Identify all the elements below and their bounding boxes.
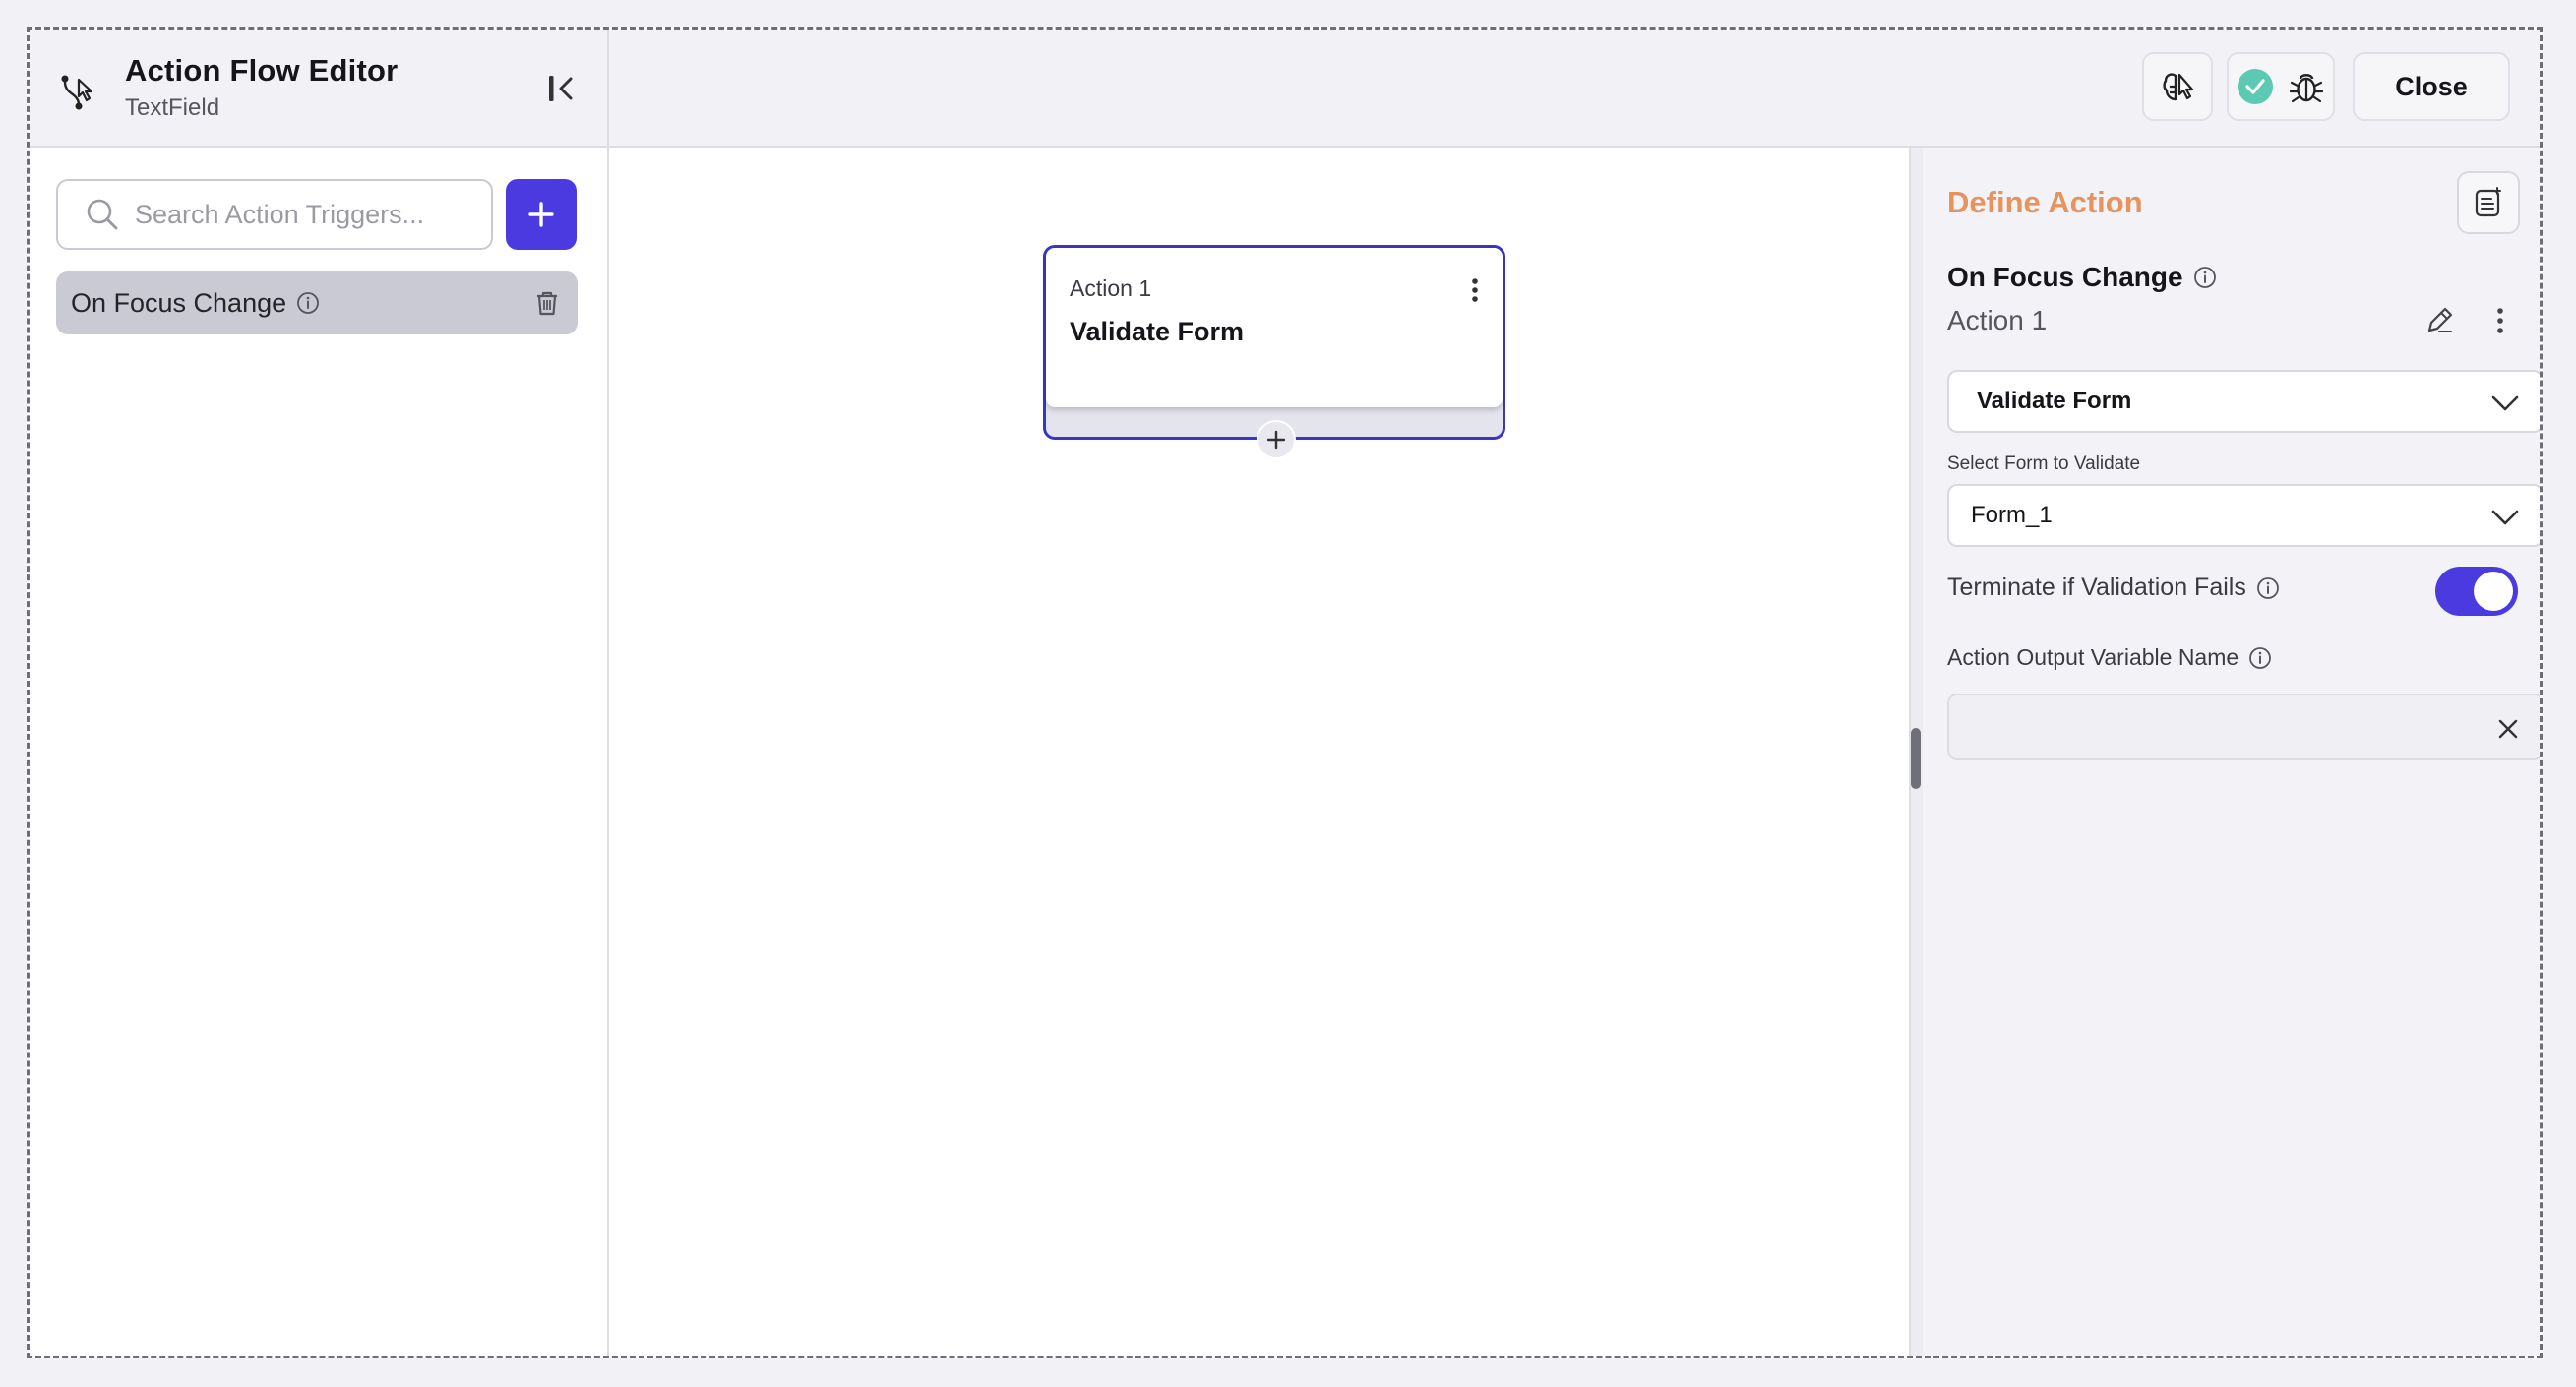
search-icon bbox=[87, 199, 118, 230]
info-icon[interactable] bbox=[296, 291, 320, 315]
info-icon[interactable] bbox=[2256, 576, 2280, 600]
panel-trigger-row: On Focus Change bbox=[1947, 262, 2217, 293]
output-row-label: Action Output Variable Name bbox=[1947, 644, 2272, 671]
action-node-label: Action 1 bbox=[1070, 275, 1152, 301]
action-more-icon[interactable] bbox=[2496, 307, 2504, 339]
ai-assist-button[interactable] bbox=[2142, 52, 2213, 121]
flow-canvas[interactable]: Action 1 Validate Form bbox=[609, 148, 1909, 1356]
action-type-value: Validate Form bbox=[1977, 388, 2132, 414]
panel-trigger-name: On Focus Change bbox=[1947, 262, 2183, 292]
terminate-row-label: Terminate if Validation Fails bbox=[1947, 573, 2280, 602]
close-button[interactable]: Close bbox=[2353, 52, 2510, 121]
terminate-label: Terminate if Validation Fails bbox=[1947, 573, 2246, 601]
action-node-title: Validate Form bbox=[1070, 317, 1245, 346]
info-icon[interactable] bbox=[2248, 646, 2272, 670]
check-status-icon[interactable] bbox=[2236, 67, 2275, 106]
form-select[interactable]: Form_1 bbox=[1947, 484, 2540, 547]
search-input[interactable] bbox=[135, 199, 489, 230]
output-variable-label: Action Output Variable Name bbox=[1947, 644, 2239, 670]
status-debug-group bbox=[2227, 52, 2335, 121]
action-node-card: Action 1 Validate Form bbox=[1046, 248, 1503, 407]
trigger-item-on-focus-change[interactable]: On Focus Change bbox=[56, 271, 578, 334]
top-bar-divider bbox=[607, 30, 609, 148]
form-select-value: Form_1 bbox=[1971, 502, 2053, 528]
info-icon[interactable] bbox=[2193, 266, 2217, 289]
top-bar: Action Flow Editor TextField Close bbox=[30, 30, 2540, 148]
page-subtitle: TextField bbox=[125, 94, 220, 121]
plus-icon bbox=[528, 202, 554, 227]
page-title: Action Flow Editor bbox=[125, 53, 399, 88]
collapse-left-icon bbox=[549, 76, 573, 101]
search-field[interactable] bbox=[56, 179, 493, 250]
triggers-sidebar: On Focus Change bbox=[30, 148, 609, 1356]
document-icon bbox=[2475, 187, 2501, 217]
title-block: Action Flow Editor TextField bbox=[57, 51, 398, 126]
action-type-select[interactable]: Validate Form bbox=[1947, 370, 2540, 433]
toggle-knob bbox=[2474, 572, 2513, 611]
node-more-icon[interactable] bbox=[1471, 277, 1479, 308]
output-variable-field[interactable] bbox=[1947, 694, 2540, 760]
trigger-label: On Focus Change bbox=[71, 287, 287, 318]
add-trigger-button[interactable] bbox=[506, 179, 577, 250]
top-bar-actions: Close bbox=[2142, 52, 2510, 121]
collapse-sidebar-button[interactable] bbox=[541, 69, 581, 108]
add-next-action-button[interactable] bbox=[1257, 420, 1296, 459]
debug-bug-icon[interactable] bbox=[2287, 67, 2326, 106]
action-flow-editor-window: Action Flow Editor TextField Close Searc… bbox=[27, 27, 2543, 1358]
panel-resize-handle[interactable] bbox=[1911, 728, 1921, 789]
action-docs-button[interactable] bbox=[2457, 171, 2520, 234]
action-node[interactable]: Action 1 Validate Form bbox=[1043, 245, 1505, 459]
delete-trigger-icon[interactable] bbox=[532, 288, 562, 323]
panel-action-name: Action 1 bbox=[1947, 305, 2048, 335]
ai-brain-icon bbox=[2163, 73, 2194, 101]
define-action-panel: Define Action On Focus Change Action 1 V… bbox=[1923, 148, 2540, 1356]
action-flow-icon bbox=[61, 75, 93, 110]
chevron-down-icon bbox=[2490, 504, 2520, 536]
panel-title: Define Action bbox=[1947, 185, 2143, 219]
output-variable-input[interactable] bbox=[1969, 709, 2481, 745]
chevron-down-icon bbox=[2490, 390, 2520, 422]
plus-icon bbox=[1266, 430, 1286, 450]
form-select-label: Select Form to Validate bbox=[1947, 453, 2141, 474]
clear-icon[interactable] bbox=[2496, 717, 2520, 746]
edit-pencil-icon[interactable] bbox=[2423, 305, 2455, 341]
terminate-toggle[interactable] bbox=[2435, 567, 2518, 616]
